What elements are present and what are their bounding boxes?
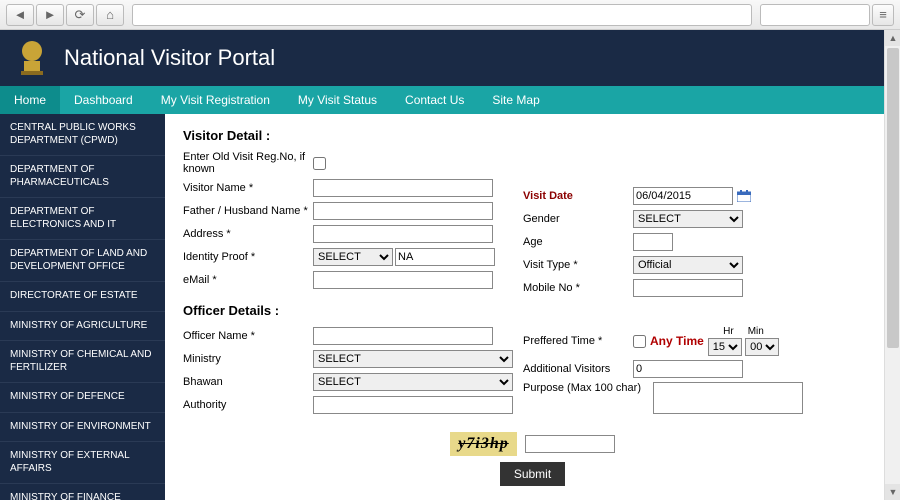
visitor-detail-heading: Visitor Detail : — [183, 128, 882, 143]
captcha-image: y7i3hp — [450, 432, 516, 456]
label-bhawan: Bhawan — [183, 376, 313, 388]
label-min: Min — [748, 326, 764, 337]
page-scrollbar[interactable]: ▲ ▼ — [884, 30, 900, 500]
minute-select[interactable]: 00 — [745, 338, 779, 356]
emblem-icon — [14, 36, 50, 80]
label-authority: Authority — [183, 399, 313, 411]
top-nav: Home Dashboard My Visit Registration My … — [0, 86, 900, 114]
officer-details-heading: Officer Details : — [183, 303, 882, 318]
label-purpose: Purpose (Max 100 char) — [523, 382, 653, 394]
sidebar-item-pharma[interactable]: DEPARTMENT OF PHARMACEUTICALS — [0, 156, 165, 198]
father-husband-input[interactable] — [313, 202, 493, 220]
label-gender: Gender — [523, 213, 633, 225]
label-ministry: Ministry — [183, 353, 313, 365]
bhawan-select[interactable]: SELECT — [313, 373, 513, 391]
scroll-down-icon[interactable]: ▼ — [885, 484, 900, 500]
gender-select[interactable]: SELECT — [633, 210, 743, 228]
label-mobile: Mobile No * — [523, 282, 633, 294]
site-title: National Visitor Portal — [64, 45, 275, 71]
mobile-input[interactable] — [633, 279, 743, 297]
nav-home[interactable]: Home — [0, 86, 60, 114]
scroll-thumb[interactable] — [887, 48, 899, 348]
label-visit-type: Visit Type * — [523, 259, 633, 271]
ministry-select[interactable]: SELECT — [313, 350, 513, 368]
captcha-input[interactable] — [525, 435, 615, 453]
label-father-husband: Father / Husband Name * — [183, 205, 313, 217]
old-reg-checkbox[interactable] — [313, 157, 326, 170]
forward-button[interactable]: ► — [36, 4, 64, 26]
label-visitor-name: Visitor Name * — [183, 182, 313, 194]
additional-visitors-input[interactable] — [633, 360, 743, 378]
browser-toolbar: ◄ ► ⟳ ⌂ ≡ — [0, 0, 900, 30]
label-identity: Identity Proof * — [183, 251, 313, 263]
back-button[interactable]: ◄ — [6, 4, 34, 26]
site-header: National Visitor Portal — [0, 30, 900, 86]
label-age: Age — [523, 236, 633, 248]
officer-name-input[interactable] — [313, 327, 493, 345]
label-old-reg: Enter Old Visit Reg.No, if known — [183, 151, 313, 175]
url-bar[interactable] — [132, 4, 752, 26]
visit-type-select[interactable]: Official — [633, 256, 743, 274]
nav-dashboard[interactable]: Dashboard — [60, 86, 147, 114]
identity-proof-text[interactable] — [395, 248, 495, 266]
address-input[interactable] — [313, 225, 493, 243]
email-input[interactable] — [313, 271, 493, 289]
sidebar: CENTRAL PUBLIC WORKS DEPARTMENT (CPWD) D… — [0, 114, 165, 500]
authority-input[interactable] — [313, 396, 513, 414]
reload-button[interactable]: ⟳ — [66, 4, 94, 26]
home-button[interactable]: ⌂ — [96, 4, 124, 26]
label-officer-name: Officer Name * — [183, 330, 313, 342]
submit-button[interactable]: Submit — [500, 462, 565, 486]
visit-date-input[interactable] — [633, 187, 733, 205]
sidebar-item-electronics-it[interactable]: DEPARTMENT OF ELECTRONICS AND IT — [0, 198, 165, 240]
sidebar-item-environment[interactable]: MINISTRY OF ENVIRONMENT — [0, 413, 165, 443]
sidebar-item-defence[interactable]: MINISTRY OF DEFENCE — [0, 383, 165, 413]
hour-select[interactable]: 15 — [708, 338, 742, 356]
label-address: Address * — [183, 228, 313, 240]
content-area: Visitor Detail : Enter Old Visit Reg.No,… — [165, 114, 900, 500]
label-hr: Hr — [723, 326, 734, 337]
sidebar-item-agriculture[interactable]: MINISTRY OF AGRICULTURE — [0, 312, 165, 342]
label-email: eMail * — [183, 274, 313, 286]
nav-site-map[interactable]: Site Map — [478, 86, 553, 114]
label-any-time: Any Time — [650, 334, 704, 348]
nav-my-visit-status[interactable]: My Visit Status — [284, 86, 391, 114]
nav-contact-us[interactable]: Contact Us — [391, 86, 478, 114]
scroll-up-icon[interactable]: ▲ — [885, 30, 900, 46]
browser-search-bar[interactable] — [760, 4, 870, 26]
sidebar-item-finance[interactable]: MINISTRY OF FINANCE — [0, 484, 165, 500]
sidebar-item-land-dev[interactable]: DEPARTMENT OF LAND AND DEVELOPMENT OFFIC… — [0, 240, 165, 282]
sidebar-item-chemical-fertilizer[interactable]: MINISTRY OF CHEMICAL AND FERTILIZER — [0, 341, 165, 383]
age-input[interactable] — [633, 233, 673, 251]
label-visit-date: Visit Date — [523, 190, 633, 202]
sidebar-item-cpwd[interactable]: CENTRAL PUBLIC WORKS DEPARTMENT (CPWD) — [0, 114, 165, 156]
menu-button[interactable]: ≡ — [872, 4, 894, 26]
nav-my-visit-registration[interactable]: My Visit Registration — [147, 86, 284, 114]
purpose-textarea[interactable] — [653, 382, 803, 414]
label-additional-visitors: Additional Visitors — [523, 363, 633, 375]
visitor-name-input[interactable] — [313, 179, 493, 197]
label-preferred-time: Preffered Time * — [523, 335, 633, 347]
calendar-icon[interactable] — [737, 190, 751, 202]
identity-proof-select[interactable]: SELECT — [313, 248, 393, 266]
sidebar-item-estate[interactable]: DIRECTORATE OF ESTATE — [0, 282, 165, 312]
any-time-checkbox[interactable] — [633, 335, 646, 348]
sidebar-item-external-affairs[interactable]: MINISTRY OF EXTERNAL AFFAIRS — [0, 442, 165, 484]
